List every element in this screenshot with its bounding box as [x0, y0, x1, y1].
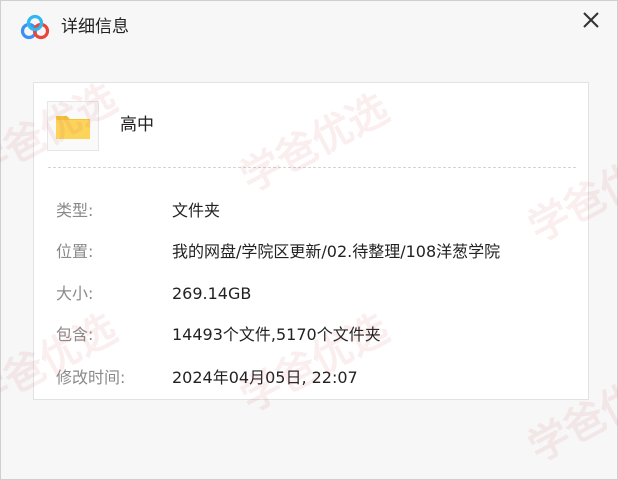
close-icon[interactable]	[579, 8, 603, 32]
folder-thumbnail	[47, 101, 99, 151]
field-location: 位置: 我的网盘/学院区更新/02.待整理/108洋葱学院	[56, 240, 576, 264]
field-value: 14493个文件,5170个文件夹	[172, 325, 381, 344]
folder-name: 高中	[120, 115, 154, 135]
field-value: 269.14GB	[172, 284, 252, 303]
field-contains: 包含: 14493个文件,5170个文件夹	[56, 323, 576, 347]
details-panel: 高中 类型: 文件夹 位置: 我的网盘/学院区更新/02.待整理/108洋葱学院…	[33, 82, 589, 400]
folder-icon	[56, 116, 90, 139]
field-value: 2024年04月05日, 22:07	[172, 368, 358, 387]
field-value: 我的网盘/学院区更新/02.待整理/108洋葱学院	[172, 242, 501, 261]
field-modified-time: 修改时间: 2024年04月05日, 22:07	[56, 366, 576, 390]
field-label: 位置:	[56, 242, 94, 261]
file-details-dialog: 详细信息 高中 类型: 文件夹 位置: 我的网盘/学院区更新/02.待整理/10…	[0, 0, 618, 480]
field-type: 类型: 文件夹	[56, 199, 576, 223]
field-value: 文件夹	[172, 201, 221, 220]
field-size: 大小: 269.14GB	[56, 282, 576, 306]
field-label: 包含:	[56, 325, 94, 344]
dialog-title: 详细信息	[61, 17, 129, 37]
baidu-netdisk-cloud-icon	[20, 14, 50, 40]
field-label: 类型:	[56, 201, 94, 220]
field-label: 修改时间:	[56, 368, 126, 387]
dashed-divider	[48, 167, 576, 168]
field-label: 大小:	[56, 284, 94, 303]
title-bar[interactable]: 详细信息	[1, 1, 617, 55]
